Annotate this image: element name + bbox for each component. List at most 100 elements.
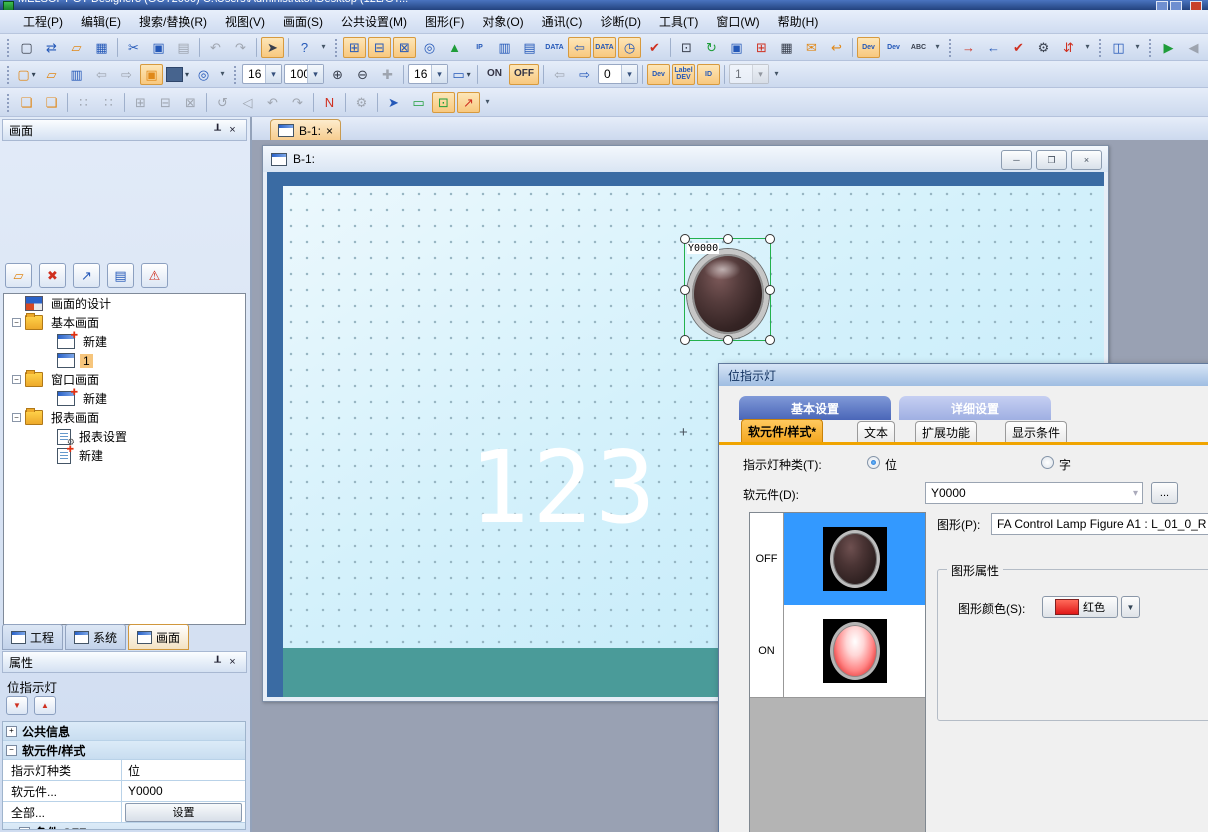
image-check-icon[interactable]: ▲ — [443, 37, 466, 58]
close-window-icon[interactable] — [1190, 1, 1202, 10]
tree-item-window-screens[interactable]: − 窗口画面 — [4, 370, 245, 389]
sep[interactable] — [199, 38, 200, 57]
font-size-combo[interactable]: 16 — [242, 64, 282, 84]
tree-item-report-settings[interactable]: 报表设置 — [4, 427, 245, 446]
pin-icon[interactable]: ┸ — [210, 124, 225, 137]
shape-value-box[interactable]: FA Control Lamp Figure A1 : L_01_0_R — [991, 513, 1208, 535]
tree-item-screen-1[interactable]: 1 — [4, 351, 245, 370]
sep[interactable] — [256, 38, 257, 57]
resize-handle[interactable] — [765, 335, 775, 345]
comm-setup-icon[interactable]: ⚙ — [1032, 37, 1055, 58]
simulator-update-icon[interactable]: ◀ — [1182, 37, 1205, 58]
screen-cascade-icon[interactable]: ⊟ — [368, 37, 391, 58]
property-value[interactable]: Y0000 — [122, 784, 245, 798]
zoom-out-icon[interactable]: ⊖ — [351, 64, 374, 85]
tab-device-style[interactable]: 软元件/样式* — [741, 419, 823, 443]
tab-project[interactable]: 工程 — [2, 624, 63, 650]
sep[interactable] — [477, 65, 478, 84]
tree-item-report-screens[interactable]: − 报表画面 — [4, 408, 245, 427]
data-table-icon[interactable]: DATA — [593, 37, 616, 58]
bring-front-icon[interactable]: ❏ — [15, 92, 38, 113]
menu-view[interactable]: 视图(V) — [216, 10, 274, 33]
undo-icon[interactable]: ↶ — [204, 37, 227, 58]
overflow-icon[interactable]: ▾ — [932, 37, 943, 58]
prop-group-device-style[interactable]: − 软元件/样式 — [3, 741, 245, 760]
reply-icon[interactable]: ↩ — [825, 37, 848, 58]
resize-handle[interactable] — [680, 335, 690, 345]
sep[interactable] — [117, 38, 118, 57]
cut-icon[interactable]: ✂ — [122, 37, 145, 58]
sep[interactable] — [313, 93, 314, 112]
help-icon[interactable]: ? — [293, 37, 316, 58]
menu-screen[interactable]: 画面(S) — [274, 10, 332, 33]
on-preview-button[interactable]: ON — [482, 64, 507, 85]
menu-common[interactable]: 公共设置(M) — [332, 10, 416, 33]
verify-icon[interactable]: ✔ — [643, 37, 666, 58]
minimize-window-icon[interactable] — [1156, 1, 1168, 10]
stack-icon[interactable]: ⊠ — [179, 92, 202, 113]
tree-item-report-new[interactable]: 新建 — [4, 446, 245, 465]
resize-handle[interactable] — [680, 285, 690, 295]
fill-color-icon[interactable]: ■ — [165, 64, 190, 85]
sep[interactable] — [288, 38, 289, 57]
distribute-icon[interactable]: ∷ — [97, 92, 120, 113]
open-screen-icon[interactable]: ▱ — [40, 64, 63, 85]
screen-memo-icon[interactable]: ▤ — [107, 263, 134, 288]
send-back-icon[interactable]: ❏ — [40, 92, 63, 113]
sep[interactable] — [124, 93, 125, 112]
align-icon[interactable]: ∷ — [72, 92, 95, 113]
window-frame-icon[interactable]: ▣ — [725, 37, 748, 58]
send-icon[interactable]: ✉ — [800, 37, 823, 58]
sep[interactable] — [403, 65, 404, 84]
grip[interactable] — [1148, 38, 1152, 57]
flip-icon[interactable]: ◁ — [236, 92, 259, 113]
shape-color-button[interactable]: 红色 — [1042, 596, 1118, 618]
tree-item-base-new[interactable]: 新建 — [4, 332, 245, 351]
grip[interactable] — [334, 38, 338, 57]
overflow-icon[interactable]: ▾ — [318, 37, 329, 58]
close-tab-icon[interactable]: × — [326, 124, 333, 138]
lamp-state-row-off[interactable]: OFF — [750, 513, 925, 606]
tab-text[interactable]: 文本 — [857, 421, 895, 443]
menu-diagnostics[interactable]: 诊断(D) — [591, 10, 650, 33]
tab-screen-b1[interactable]: B-1: × — [270, 119, 341, 141]
lamp-object-selection[interactable]: Y0000 — [684, 238, 771, 341]
lamp-state-row-on[interactable]: ON — [750, 605, 925, 698]
radio-bit-label[interactable]: 位 — [885, 456, 897, 473]
window-refresh-icon[interactable]: ↻ — [700, 37, 723, 58]
network-icon[interactable]: ⇵ — [1057, 37, 1080, 58]
tab-display-condition[interactable]: 显示条件 — [1005, 421, 1067, 443]
sep[interactable] — [206, 93, 207, 112]
overflow-icon[interactable]: ▾ — [217, 64, 228, 85]
polyline-edit-icon[interactable]: N — [318, 92, 341, 113]
new-project-icon[interactable]: ▢ — [15, 37, 38, 58]
menu-object[interactable]: 对象(O) — [473, 10, 532, 33]
device-display-button[interactable]: Dev — [647, 64, 670, 85]
tree-item-screen-design[interactable]: 画面的设计 — [4, 294, 245, 313]
screen-copy-icon[interactable]: ⊞ — [343, 37, 366, 58]
device-browse-button[interactable]: ... — [1151, 482, 1178, 504]
radio-word[interactable] — [1041, 456, 1054, 469]
tree-item-window-new[interactable]: 新建 — [4, 389, 245, 408]
grip[interactable] — [6, 93, 10, 112]
fit-screen-icon[interactable]: ✚ — [376, 64, 399, 85]
select-cursor-icon[interactable]: ➤ — [261, 37, 284, 58]
maximize-window-icon[interactable] — [1170, 1, 1182, 10]
device-list-icon[interactable]: ▥ — [493, 37, 516, 58]
grip[interactable] — [1098, 38, 1102, 57]
write-memory-icon[interactable]: ▦ — [775, 37, 798, 58]
menu-window[interactable]: 窗口(W) — [707, 10, 768, 33]
label-display-button[interactable]: Label DEV — [672, 64, 695, 85]
prev-state-icon[interactable]: ⇦ — [548, 64, 571, 85]
overflow-icon[interactable]: ▾ — [482, 92, 493, 113]
device-monitor-icon[interactable]: Dev — [857, 37, 880, 58]
screen-preview-icon[interactable]: ◎ — [418, 37, 441, 58]
expand-icon[interactable]: + — [6, 726, 17, 737]
edit-vertex-icon[interactable]: ⊡ — [432, 92, 455, 113]
error-list-icon[interactable]: ⚠ — [141, 263, 168, 288]
open-recent-icon[interactable]: ⇄ — [40, 37, 63, 58]
menu-figure[interactable]: 图形(F) — [416, 10, 473, 33]
minimize-button[interactable]: ─ — [1001, 150, 1032, 170]
screen-property-icon[interactable]: ▥ — [65, 64, 88, 85]
bit-lamp-object[interactable] — [687, 249, 769, 339]
